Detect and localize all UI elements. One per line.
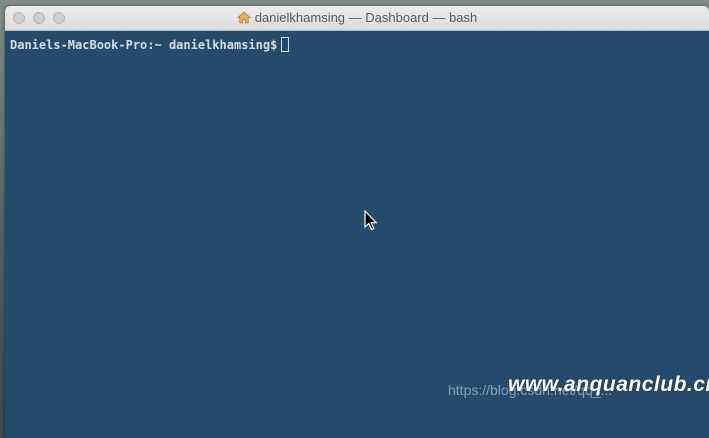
window-titlebar[interactable]: danielkhamsing — Dashboard — bash bbox=[5, 6, 709, 31]
mouse-pointer-icon bbox=[364, 209, 378, 237]
watermark-brand: www.anquanclub.cn bbox=[508, 373, 709, 396]
window-title-text: danielkhamsing — Dashboard — bash bbox=[254, 10, 478, 25]
window-title: danielkhamsing — Dashboard — bash bbox=[5, 10, 709, 27]
text-cursor bbox=[281, 37, 290, 52]
prompt-line: Daniels-MacBook-Pro:~ danielkhamsing$ bbox=[10, 37, 290, 53]
shell-prompt: Daniels-MacBook-Pro:~ danielkhamsing$ bbox=[10, 38, 278, 52]
home-icon bbox=[236, 11, 251, 27]
